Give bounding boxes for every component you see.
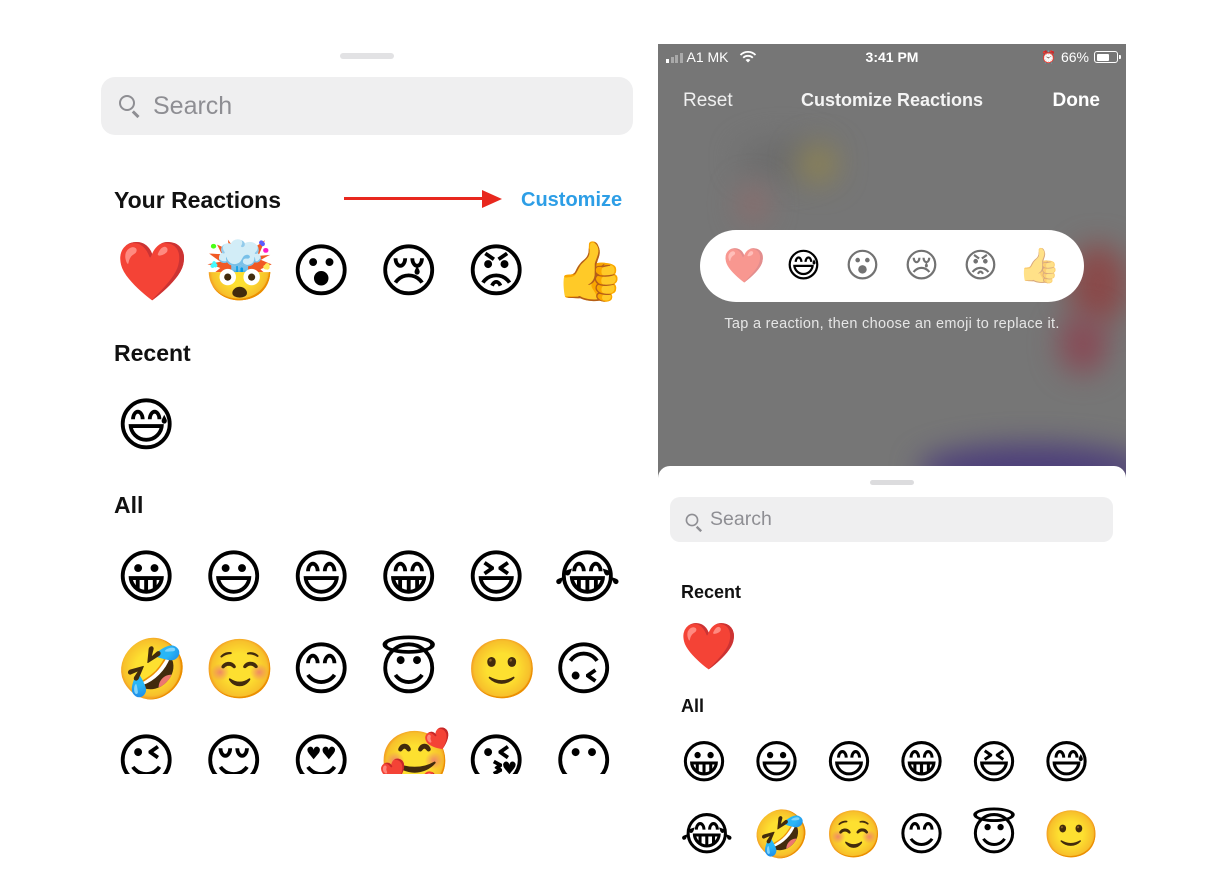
sheet-grabber-handle[interactable] [870,480,914,485]
done-button[interactable]: Done [1053,90,1101,112]
reaction-slot-crying[interactable]: 😢 [902,246,941,286]
reaction-slot-sweat-smile[interactable]: 😅 [784,246,823,286]
blurred-background-blob [738,184,768,224]
recent-heading: Recent [114,340,191,366]
reaction-emoji-angry[interactable]: 😡 [464,236,552,306]
all-emoji-row: 😉 😌 😍 🥰 😘 😶 [114,726,639,774]
emoji-cell[interactable]: 😆 [970,734,1043,790]
your-reactions-row: ❤️ 🤯 😮 😢 😡 👍 [114,236,639,306]
search-icon [117,93,143,119]
emoji-search-input[interactable]: Search [101,77,633,135]
status-bar: A1 MK 3:41 PM ⏰ 66% [658,44,1126,72]
emoji-cell[interactable]: ☺️ [825,806,898,862]
reaction-slot-angry[interactable]: 😡 [961,246,1000,286]
sheet-grabber-handle[interactable] [340,53,394,59]
reaction-slot-heart[interactable]: ❤️ [723,246,765,286]
emoji-cell[interactable]: 😇 [970,806,1043,862]
reaction-emoji-heart[interactable]: ❤️ [114,236,202,306]
battery-percentage: 66% [1060,49,1089,65]
customize-button[interactable]: Customize [521,189,622,212]
emoji-picker-sheet: Search Recent ❤️ All 😀 😃 😄 😁 😆 😅 😂 🤣 ☺️ … [658,466,1126,870]
all-emoji-row: 😀 😃 😄 😁 😆 😂 [114,542,639,612]
search-placeholder: Search [153,91,233,120]
emoji-search-input[interactable]: Search [670,497,1113,542]
navigation-bar: Reset Customize Reactions Done [658,90,1126,120]
emoji-cell[interactable]: 😂 [552,542,640,612]
emoji-cell[interactable]: ☺️ [202,634,290,704]
emoji-cell[interactable]: 🤣 [114,634,202,704]
emoji-cell[interactable]: 🙂 [464,634,552,704]
your-reactions-heading: Your Reactions [114,187,281,213]
emoji-cell[interactable]: 😶 [552,726,640,774]
emoji-cell[interactable]: 😊 [898,806,971,862]
all-heading: All [681,696,705,716]
emoji-cell[interactable]: 😃 [202,542,290,612]
customize-reactions-screen: A1 MK 3:41 PM ⏰ 66% Reset Customize Reac… [658,44,1126,870]
emoji-cell[interactable]: 😀 [680,734,753,790]
all-emoji-row: 🤣 ☺️ 😊 😇 🙂 🙃 [114,634,639,704]
emoji-cell[interactable]: 😄 [825,734,898,790]
emoji-cell[interactable]: 😅 [1043,734,1116,790]
all-heading: All [114,492,144,518]
emoji-cell[interactable]: 😇 [377,634,465,704]
battery-icon [1094,51,1121,63]
emoji-cell[interactable]: 😊 [289,634,377,704]
emoji-picker-sheet-left: Search Your Reactions Customize ❤️ 🤯 😮 😢… [86,44,648,774]
recent-heading: Recent [681,582,742,602]
search-placeholder: Search [710,508,772,530]
emoji-cell[interactable]: 😆 [464,542,552,612]
alarm-icon: ⏰ [1041,50,1056,64]
emoji-cell[interactable]: 😅 [114,390,202,460]
search-icon [684,512,703,532]
reaction-bar: ❤️ 😅 😮 😢 😡 👍 [700,230,1084,302]
emoji-cell[interactable]: 😌 [202,726,290,774]
emoji-cell[interactable]: 🙂 [1043,806,1116,862]
emoji-cell[interactable]: 😀 [114,542,202,612]
emoji-cell[interactable]: 😁 [377,542,465,612]
emoji-cell[interactable]: 😍 [289,726,377,774]
blurred-background-blob [798,144,838,184]
emoji-cell[interactable]: 😘 [464,726,552,774]
reaction-emoji-thumbs-up[interactable]: 👍 [552,236,640,306]
reaction-emoji-exploding-head[interactable]: 🤯 [202,236,290,306]
instruction-text: Tap a reaction, then choose an emoji to … [724,316,1060,332]
recent-emoji-row: ❤️ [680,618,753,674]
emoji-cell[interactable]: 😁 [898,734,971,790]
reaction-slot-thumbs-up[interactable]: 👍 [1018,246,1060,286]
emoji-cell[interactable]: 😄 [289,542,377,612]
reaction-emoji-surprised[interactable]: 😮 [289,236,377,306]
emoji-cell[interactable]: ❤️ [680,618,753,674]
red-arrow-annotation [344,190,504,208]
recent-emoji-row: 😅 [114,390,202,460]
all-emoji-row: 😂 🤣 ☺️ 😊 😇 🙂 [680,806,1115,862]
emoji-cell[interactable]: 😉 [114,726,202,774]
reaction-slot-surprised[interactable]: 😮 [843,246,882,286]
all-emoji-row: 😀 😃 😄 😁 😆 😅 [680,734,1115,790]
emoji-cell[interactable]: 🥰 [377,726,465,774]
emoji-cell[interactable]: 😂 [680,806,753,862]
emoji-cell[interactable]: 🤣 [753,806,826,862]
emoji-cell[interactable]: 😃 [753,734,826,790]
emoji-cell[interactable]: 🙃 [552,634,640,704]
reaction-emoji-crying[interactable]: 😢 [377,236,465,306]
